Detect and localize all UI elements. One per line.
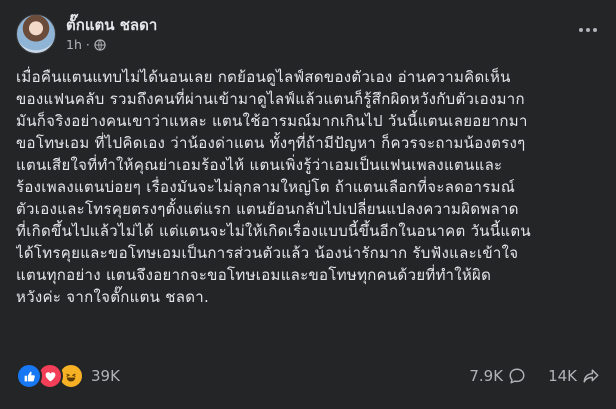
shares-count: 14K: [548, 367, 577, 385]
author-info: ตั๊กแตน ชลดา 1h ·: [66, 16, 157, 53]
post-text-line: ที่เกิดขึ้นไปแล้วไม่ได้ แต่แตนจะไม่ให้เก…: [16, 222, 531, 240]
post-text-line: แตนทุกอย่าง แตนจึงอยากจะขอโทษเอมและขอโทษ…: [16, 266, 492, 284]
post-text-line: ของแฟนคลับ รวมถึงคนที่ผ่านเข้ามาดูไลฟ์แล…: [16, 90, 525, 108]
reaction-count: 39K: [91, 367, 120, 385]
post-text-line: ร้องเพลงแตนบ่อยๆ เรื่องมันจะไม่ลุกลามใหญ…: [16, 178, 516, 196]
share-icon: [583, 369, 599, 383]
comment-icon: [509, 368, 525, 384]
like-reaction-icon: [16, 363, 42, 389]
shares-count-link[interactable]: 14K: [548, 367, 600, 385]
post-meta: 1h ·: [66, 37, 157, 53]
post-text-line: มันก็จริงอย่างคนเขาว่าแหละ แตนใช้อารมณ์ม…: [16, 112, 528, 130]
engagement-stats: 7.9K 14K: [447, 367, 600, 385]
post-text-line: หวังค่ะ จากใจตั๊กแตน ชลดา.: [16, 288, 210, 306]
post-header: ตั๊กแตน ชลดา 1h ·: [16, 12, 157, 56]
post-time[interactable]: 1h: [66, 37, 82, 53]
comments-count-link[interactable]: 7.9K: [469, 367, 526, 385]
meta-separator: ·: [85, 36, 90, 52]
comments-count: 7.9K: [469, 367, 504, 385]
post-text-line: ได้โทรคุยและขอโทษเอมเป็นการส่วนตัวแล้ว น…: [16, 244, 519, 262]
post-text: เมื่อคืนแตนแทบไม่ได้นอนเลย กดย้อนดูไลฟ์ส…: [16, 66, 604, 308]
author-name[interactable]: ตั๊กแตน ชลดา: [66, 16, 157, 34]
post-footer: 39K 7.9K 14K: [16, 362, 600, 390]
reactions-summary[interactable]: 39K: [16, 363, 120, 389]
post-text-line: ขอโทษเอม ที่ไปคิดเอง ว่าน้องด่าแตน ทั้งๆ…: [16, 134, 526, 152]
more-options-icon[interactable]: [574, 20, 602, 40]
post-text-line: เมื่อคืนแตนแทบไม่ได้นอนเลย กดย้อนดูไลฟ์ส…: [16, 68, 511, 86]
globe-icon[interactable]: [94, 38, 106, 51]
facebook-post: ตั๊กแตน ชลดา 1h · เมื่อคืนแตนแทบไม่ได้นอ…: [0, 0, 616, 409]
post-text-line: ตัวเองและโทรคุยตรงๆตั้งแต่แรก แตนย้อนกลั…: [16, 200, 519, 218]
author-avatar[interactable]: [16, 14, 56, 54]
post-text-line: แตนเสียใจที่ทำให้คุณย่าเอมร้องไห้ แตนเพิ…: [16, 156, 503, 174]
